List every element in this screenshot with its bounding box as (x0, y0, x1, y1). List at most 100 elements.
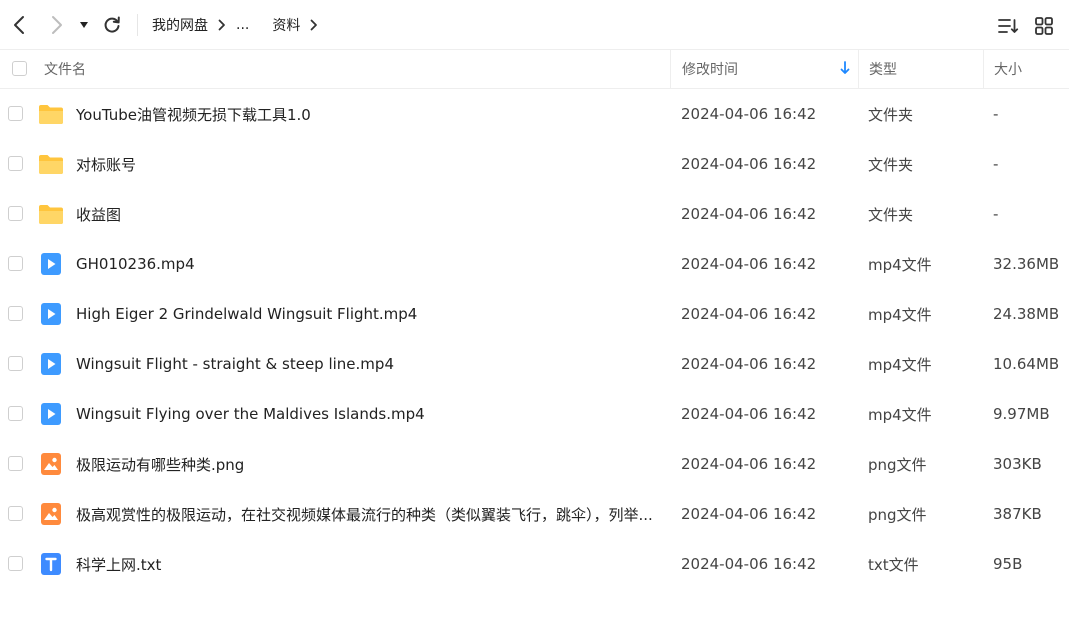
text-file-icon (38, 552, 64, 576)
row-checkbox[interactable] (8, 256, 23, 271)
column-header-type[interactable]: 类型 (858, 50, 983, 88)
file-size: 303KB (993, 455, 1042, 473)
grid-icon (1035, 17, 1053, 35)
file-name[interactable]: GH010236.mp4 (76, 239, 664, 289)
table-row[interactable]: 对标账号 2024-04-06 16:42 文件夹 - (0, 139, 1069, 189)
folder-icon (38, 102, 64, 126)
image-file-icon (38, 502, 64, 526)
sort-descending-arrow-icon (840, 61, 850, 74)
column-header-modified-time-label: 修改时间 (682, 62, 738, 78)
file-name[interactable]: 极高观赏性的极限运动，在社交视频媒体最流行的种类（类似翼装飞行，跳伞），列举..… (76, 489, 664, 539)
file-type: txt文件 (868, 555, 919, 574)
breadcrumb-item-root[interactable]: 我的网盘 (152, 15, 208, 35)
video-file-icon (38, 402, 64, 426)
file-size: 387KB (993, 505, 1042, 523)
back-button[interactable] (8, 13, 30, 37)
file-name[interactable]: 收益图 (76, 189, 664, 239)
file-type: png文件 (868, 455, 927, 474)
table-row[interactable]: GH010236.mp4 2024-04-06 16:42 mp4文件 32.3… (0, 239, 1069, 289)
row-checkbox[interactable] (8, 306, 23, 321)
breadcrumb: 我的网盘 ... 资料 (152, 14, 328, 36)
file-size: 95B (993, 555, 1023, 573)
table-row[interactable]: YouTube油管视频无损下载工具1.0 2024-04-06 16:42 文件… (0, 89, 1069, 139)
grid-view-button[interactable] (1033, 15, 1055, 37)
toolbar: 我的网盘 ... 资料 (0, 0, 1069, 50)
file-modified-time: 2024-04-06 16:42 (681, 205, 817, 223)
file-modified-time: 2024-04-06 16:42 (681, 555, 817, 573)
file-modified-time: 2024-04-06 16:42 (681, 355, 817, 373)
file-type: mp4文件 (868, 355, 932, 374)
column-header-size[interactable]: 大小 (983, 50, 1069, 88)
chevron-right-icon (52, 16, 62, 34)
chevron-left-icon (14, 16, 24, 34)
file-modified-time: 2024-04-06 16:42 (681, 105, 817, 123)
file-size: - (993, 205, 999, 223)
file-type: 文件夹 (868, 105, 914, 124)
folder-icon (38, 152, 64, 176)
file-name[interactable]: 极限运动有哪些种类.png (76, 439, 664, 489)
row-checkbox[interactable] (8, 356, 23, 371)
file-modified-time: 2024-04-06 16:42 (681, 405, 817, 423)
file-modified-time: 2024-04-06 16:42 (681, 255, 817, 273)
breadcrumb-separator-icon (261, 19, 262, 31)
table-row[interactable]: 科学上网.txt 2024-04-06 16:42 txt文件 95B (0, 539, 1069, 589)
image-file-icon (38, 452, 64, 476)
table-row[interactable]: 极限运动有哪些种类.png 2024-04-06 16:42 png文件 303… (0, 439, 1069, 489)
file-modified-time: 2024-04-06 16:42 (681, 505, 817, 523)
file-modified-time: 2024-04-06 16:42 (681, 155, 817, 173)
breadcrumb-item-ellipsis[interactable]: ... (236, 17, 249, 33)
caret-down-icon (80, 22, 88, 28)
file-browser: 我的网盘 ... 资料 文件名 修改时间 类型 大小 YouTube油管视频无损… (0, 0, 1069, 628)
breadcrumb-item-current[interactable]: 资料 (272, 15, 300, 35)
file-name[interactable]: 科学上网.txt (76, 539, 664, 589)
file-name[interactable]: YouTube油管视频无损下载工具1.0 (76, 89, 664, 139)
file-name[interactable]: Wingsuit Flying over the Maldives Island… (76, 389, 664, 439)
file-name[interactable]: Wingsuit Flight - straight & steep line.… (76, 339, 664, 389)
table-row[interactable]: High Eiger 2 Grindelwald Wingsuit Flight… (0, 289, 1069, 339)
history-dropdown-button[interactable] (76, 13, 92, 37)
file-modified-time: 2024-04-06 16:42 (681, 455, 817, 473)
column-header-name[interactable]: 文件名 (44, 50, 670, 88)
file-type: mp4文件 (868, 305, 932, 324)
file-type: mp4文件 (868, 255, 932, 274)
file-size: 10.64MB (993, 355, 1060, 373)
row-checkbox[interactable] (8, 456, 23, 471)
refresh-icon (104, 16, 120, 33)
select-all-checkbox[interactable] (12, 61, 27, 76)
table-row[interactable]: Wingsuit Flight - straight & steep line.… (0, 339, 1069, 389)
toolbar-divider (137, 14, 138, 36)
file-modified-time: 2024-04-06 16:42 (681, 305, 817, 323)
refresh-button[interactable] (101, 13, 123, 37)
file-size: - (993, 155, 999, 173)
sort-button[interactable] (997, 15, 1019, 37)
breadcrumb-separator-icon (218, 19, 226, 31)
table-row[interactable]: 收益图 2024-04-06 16:42 文件夹 - (0, 189, 1069, 239)
table-row[interactable]: Wingsuit Flying over the Maldives Island… (0, 389, 1069, 439)
column-header-modified-time[interactable]: 修改时间 (670, 50, 858, 88)
sort-list-icon (998, 19, 1019, 33)
file-size: 32.36MB (993, 255, 1060, 273)
breadcrumb-separator-icon (310, 19, 318, 31)
file-name[interactable]: High Eiger 2 Grindelwald Wingsuit Flight… (76, 289, 664, 339)
folder-icon (38, 202, 64, 226)
file-type: 文件夹 (868, 205, 914, 224)
file-type: mp4文件 (868, 405, 932, 424)
row-checkbox[interactable] (8, 406, 23, 421)
row-checkbox[interactable] (8, 156, 23, 171)
file-size: - (993, 105, 999, 123)
video-file-icon (38, 302, 64, 326)
row-checkbox[interactable] (8, 206, 23, 221)
table-row[interactable]: 极高观赏性的极限运动，在社交视频媒体最流行的种类（类似翼装飞行，跳伞），列举..… (0, 489, 1069, 539)
forward-button[interactable] (46, 13, 68, 37)
file-size: 24.38MB (993, 305, 1060, 323)
file-type: 文件夹 (868, 155, 914, 174)
video-file-icon (38, 252, 64, 276)
file-size: 9.97MB (993, 405, 1050, 423)
file-type: png文件 (868, 505, 927, 524)
row-checkbox[interactable] (8, 506, 23, 521)
row-checkbox[interactable] (8, 106, 23, 121)
file-list-header: 文件名 修改时间 类型 大小 (0, 50, 1069, 89)
row-checkbox[interactable] (8, 556, 23, 571)
video-file-icon (38, 352, 64, 376)
file-name[interactable]: 对标账号 (76, 139, 664, 189)
